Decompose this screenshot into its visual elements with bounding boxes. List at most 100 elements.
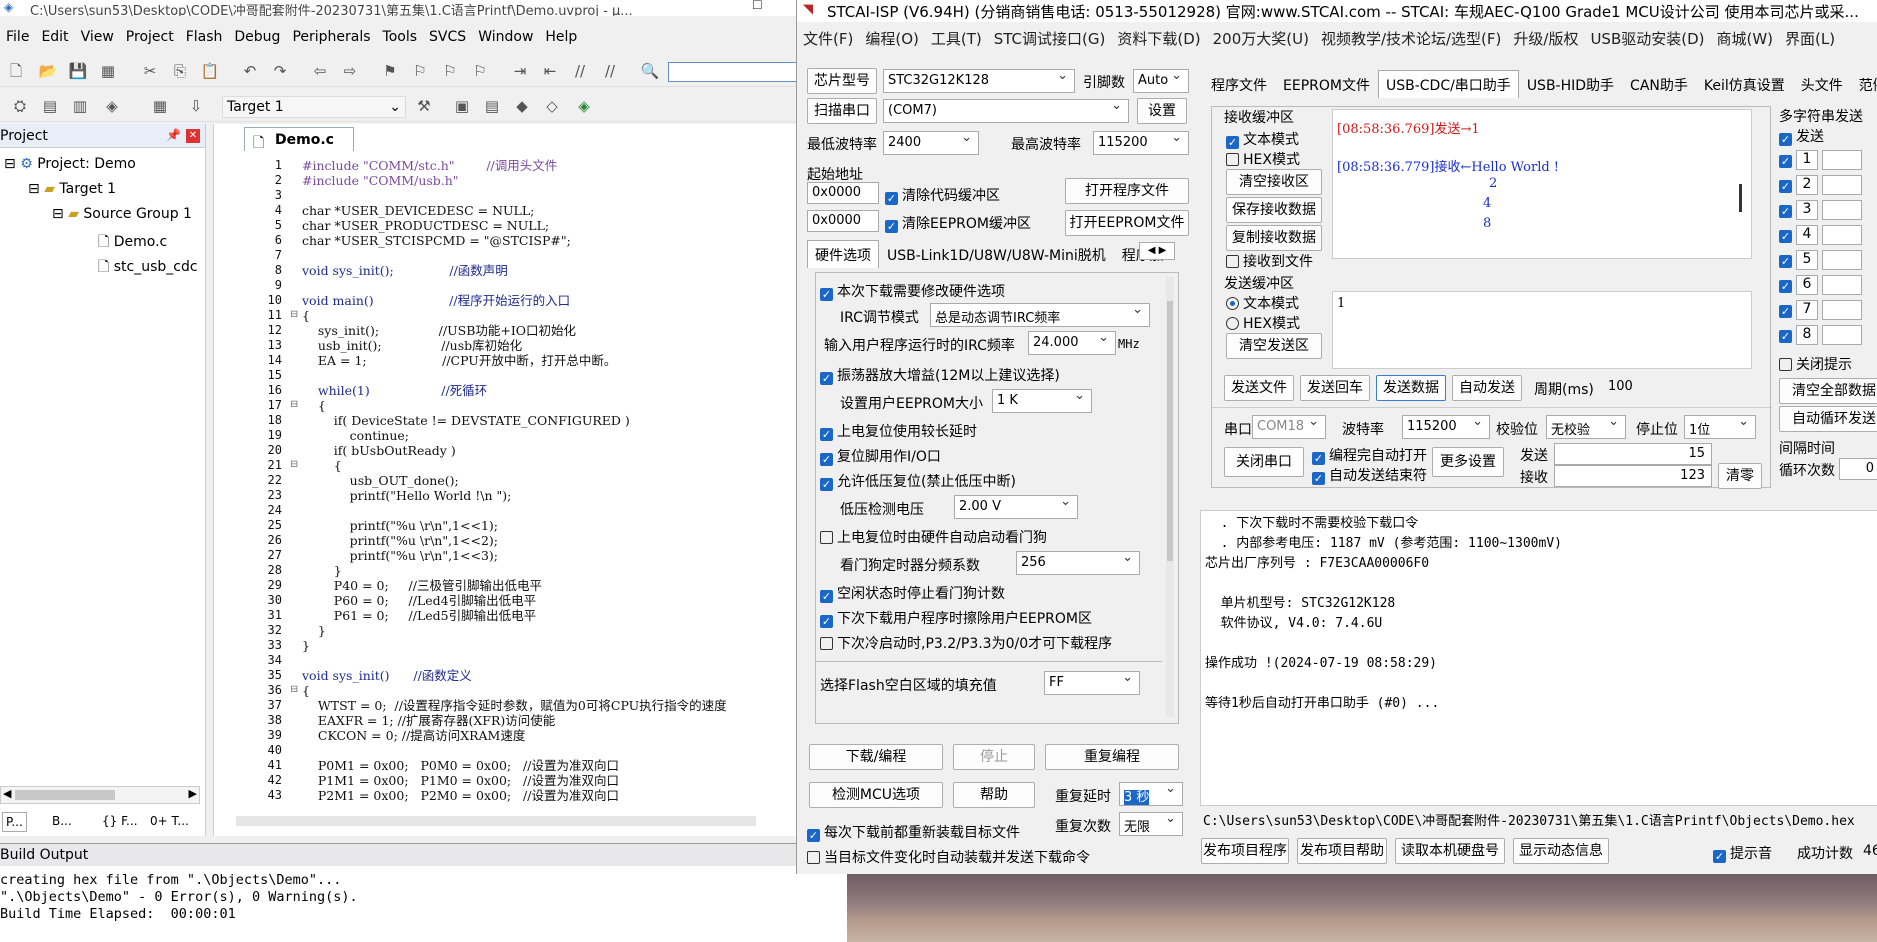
- menu-project[interactable]: Project: [126, 29, 174, 45]
- multi-string-row[interactable]: ✓ 4: [1779, 225, 1862, 245]
- stc-menu-program[interactable]: 编程(O): [865, 28, 919, 49]
- options-scrollbar[interactable]: [1166, 277, 1174, 717]
- period-input[interactable]: 100: [1604, 377, 1650, 399]
- editor-tab-demo[interactable]: 🗋 Demo.c: [244, 127, 354, 151]
- multi-string-send-button[interactable]: 3: [1796, 200, 1818, 220]
- send-text-mode-radio[interactable]: 文本模式: [1226, 293, 1299, 313]
- comment-icon[interactable]: //: [570, 61, 590, 81]
- send-textarea[interactable]: 1: [1332, 291, 1752, 369]
- read-disk-button[interactable]: 读取本机硬盘号: [1395, 838, 1505, 864]
- help-button[interactable]: 帮助: [953, 782, 1035, 808]
- clear-send-button[interactable]: 清空发送区: [1226, 333, 1322, 359]
- multi-string-input[interactable]: [1822, 200, 1862, 220]
- target-options-icon[interactable]: ⚒: [414, 96, 434, 116]
- horizontal-scrollbar[interactable]: ◀ ▶: [0, 786, 200, 804]
- port-settings-button[interactable]: 设置: [1137, 98, 1187, 124]
- multi-string-row[interactable]: ✓ 8: [1779, 325, 1862, 345]
- multi-string-input[interactable]: [1822, 225, 1862, 245]
- clear-count-button[interactable]: 清零: [1718, 463, 1762, 489]
- menu-tools[interactable]: Tools: [383, 29, 418, 45]
- fold-icon[interactable]: ⊟: [290, 459, 298, 470]
- modify-hw-checkbox[interactable]: ✓ 本次下载需要修改硬件选项: [820, 281, 1005, 301]
- repeat-program-button[interactable]: 重复编程: [1045, 744, 1179, 770]
- tree-project[interactable]: ⊟ ⚙ Project: Demo: [4, 156, 136, 172]
- menu-view[interactable]: View: [81, 29, 114, 45]
- select-packs-icon[interactable]: ◈: [574, 96, 594, 116]
- redo-icon[interactable]: ↷: [270, 61, 290, 81]
- cold-boot-checkbox[interactable]: 下次冷启动时,P3.2/P3.3为0/0才可下载程序: [820, 633, 1112, 653]
- loop-count-input[interactable]: 0: [1839, 458, 1877, 480]
- tab-usb-link[interactable]: USB-Link1D/U8W/U8W-Mini脱机: [879, 240, 1114, 269]
- send-file-button[interactable]: 发送文件: [1224, 375, 1294, 401]
- bookmark-prev-icon[interactable]: ⚐: [410, 61, 430, 81]
- stc-menu-prize[interactable]: 200万大奖(U): [1213, 28, 1309, 49]
- save-recv-button[interactable]: 保存接收数据: [1226, 197, 1322, 223]
- multi-string-input[interactable]: [1822, 275, 1862, 295]
- translate-icon[interactable]: ⛭: [10, 96, 30, 116]
- undo-icon[interactable]: ↶: [240, 61, 260, 81]
- stop-button[interactable]: 停止: [953, 744, 1035, 770]
- auto-open-checkbox[interactable]: ✓ 编程完自动打开: [1312, 445, 1427, 465]
- multi-string-send-button[interactable]: 1: [1796, 150, 1818, 170]
- recv-to-file-checkbox[interactable]: 接收到文件: [1226, 251, 1313, 271]
- pin-count-select[interactable]: Auto: [1133, 69, 1189, 93]
- scroll-left-icon[interactable]: ◀: [3, 787, 11, 800]
- indent-icon[interactable]: ⇥: [510, 61, 530, 81]
- close-icon[interactable]: ✕: [186, 129, 200, 143]
- find-in-files-icon[interactable]: 🔍: [640, 61, 660, 81]
- publish-help-button[interactable]: 发布项目帮助: [1297, 838, 1387, 864]
- download-icon[interactable]: ⇩: [186, 96, 206, 116]
- multi-string-send-button[interactable]: 5: [1796, 250, 1818, 270]
- stopbit-select[interactable]: 1位: [1684, 415, 1756, 439]
- tab-project[interactable]: P...: [2, 812, 27, 832]
- chip-model-select[interactable]: STC32G12K128: [883, 69, 1075, 93]
- tree-file-demo[interactable]: 🗋 Demo.c: [98, 231, 167, 255]
- scan-port-button[interactable]: 扫描串口: [807, 98, 877, 124]
- irc-mode-select[interactable]: 总是动态调节IRC频率: [930, 303, 1150, 327]
- fill-value-select[interactable]: FF: [1044, 671, 1140, 695]
- send-hex-mode-radio[interactable]: HEX模式: [1226, 313, 1300, 333]
- parity-select[interactable]: 无校验: [1546, 415, 1626, 439]
- open-file-icon[interactable]: 📂: [38, 61, 58, 81]
- code-area[interactable]: 1 #include "COMM/stc.h" //调用头文件 2 #include …: [216, 158, 800, 828]
- reset-io-checkbox[interactable]: ✓ 复位脚用作I/O口: [820, 446, 941, 466]
- tab-can-assistant[interactable]: CAN助手: [1622, 70, 1696, 99]
- menu-flash[interactable]: Flash: [186, 29, 223, 45]
- scroll-right-icon[interactable]: ▶: [189, 787, 197, 800]
- detect-mcu-button[interactable]: 检测MCU选项: [809, 782, 943, 808]
- clear-all-button[interactable]: 清空全部数据: [1779, 378, 1877, 404]
- stc-menu-ui[interactable]: 界面(L): [1785, 28, 1835, 49]
- tab-eeprom-file[interactable]: EEPROM文件: [1275, 70, 1378, 99]
- tab-program-file[interactable]: 程序文件: [1203, 70, 1275, 99]
- beep-checkbox[interactable]: ✓ 提示音: [1713, 843, 1772, 863]
- editor-hscroll[interactable]: [236, 816, 756, 826]
- menu-file[interactable]: File: [6, 29, 29, 45]
- multi-string-row[interactable]: ✓ 5: [1779, 250, 1862, 270]
- stc-menu-docs[interactable]: 资料下载(D): [1117, 28, 1200, 49]
- pin-icon[interactable]: 📌: [166, 128, 181, 142]
- tab-examples[interactable]: 范例程: [1851, 70, 1877, 99]
- menu-svcs[interactable]: SVCS: [429, 29, 466, 45]
- recv-hex-mode-checkbox[interactable]: HEX模式: [1226, 149, 1300, 169]
- multi-string-input[interactable]: [1822, 250, 1862, 270]
- scroll-thumb[interactable]: [15, 790, 115, 800]
- open-program-file-button[interactable]: 打开程序文件: [1065, 178, 1189, 204]
- lvr-checkbox[interactable]: ✓ 允许低压复位(禁止低压中断): [820, 471, 1016, 491]
- long-delay-checkbox[interactable]: ✓ 上电复位使用较长延时: [820, 421, 977, 441]
- fold-icon[interactable]: ⊟: [290, 399, 298, 410]
- multi-string-send-button[interactable]: 8: [1796, 325, 1818, 345]
- send-cr-button[interactable]: 发送回车: [1300, 375, 1370, 401]
- new-file-icon[interactable]: 🗋: [6, 61, 26, 81]
- multi-string-input[interactable]: [1822, 150, 1862, 170]
- scroll-thumb[interactable]: [1167, 301, 1173, 561]
- stc-menu-shop[interactable]: 商城(W): [1717, 28, 1774, 49]
- save-all-icon[interactable]: ▦: [98, 61, 118, 81]
- tab-keil-sim[interactable]: Keil仿真设置: [1696, 70, 1793, 99]
- rebuild-icon[interactable]: ▥: [70, 96, 90, 116]
- min-baud-select[interactable]: 2400: [883, 131, 979, 155]
- tab-templates[interactable]: 0+ T...: [150, 814, 189, 828]
- recv-textarea[interactable]: [08:58:36.769]发送→1 [08:58:36.779]接收←Hell…: [1332, 109, 1752, 259]
- idle-wdt-checkbox[interactable]: ✓ 空闲状态时停止看门狗计数: [820, 583, 1005, 603]
- tab-functions[interactable]: {} F...: [102, 814, 138, 828]
- tree-file-usb[interactable]: 🗋 stc_usb_cdc: [98, 256, 198, 280]
